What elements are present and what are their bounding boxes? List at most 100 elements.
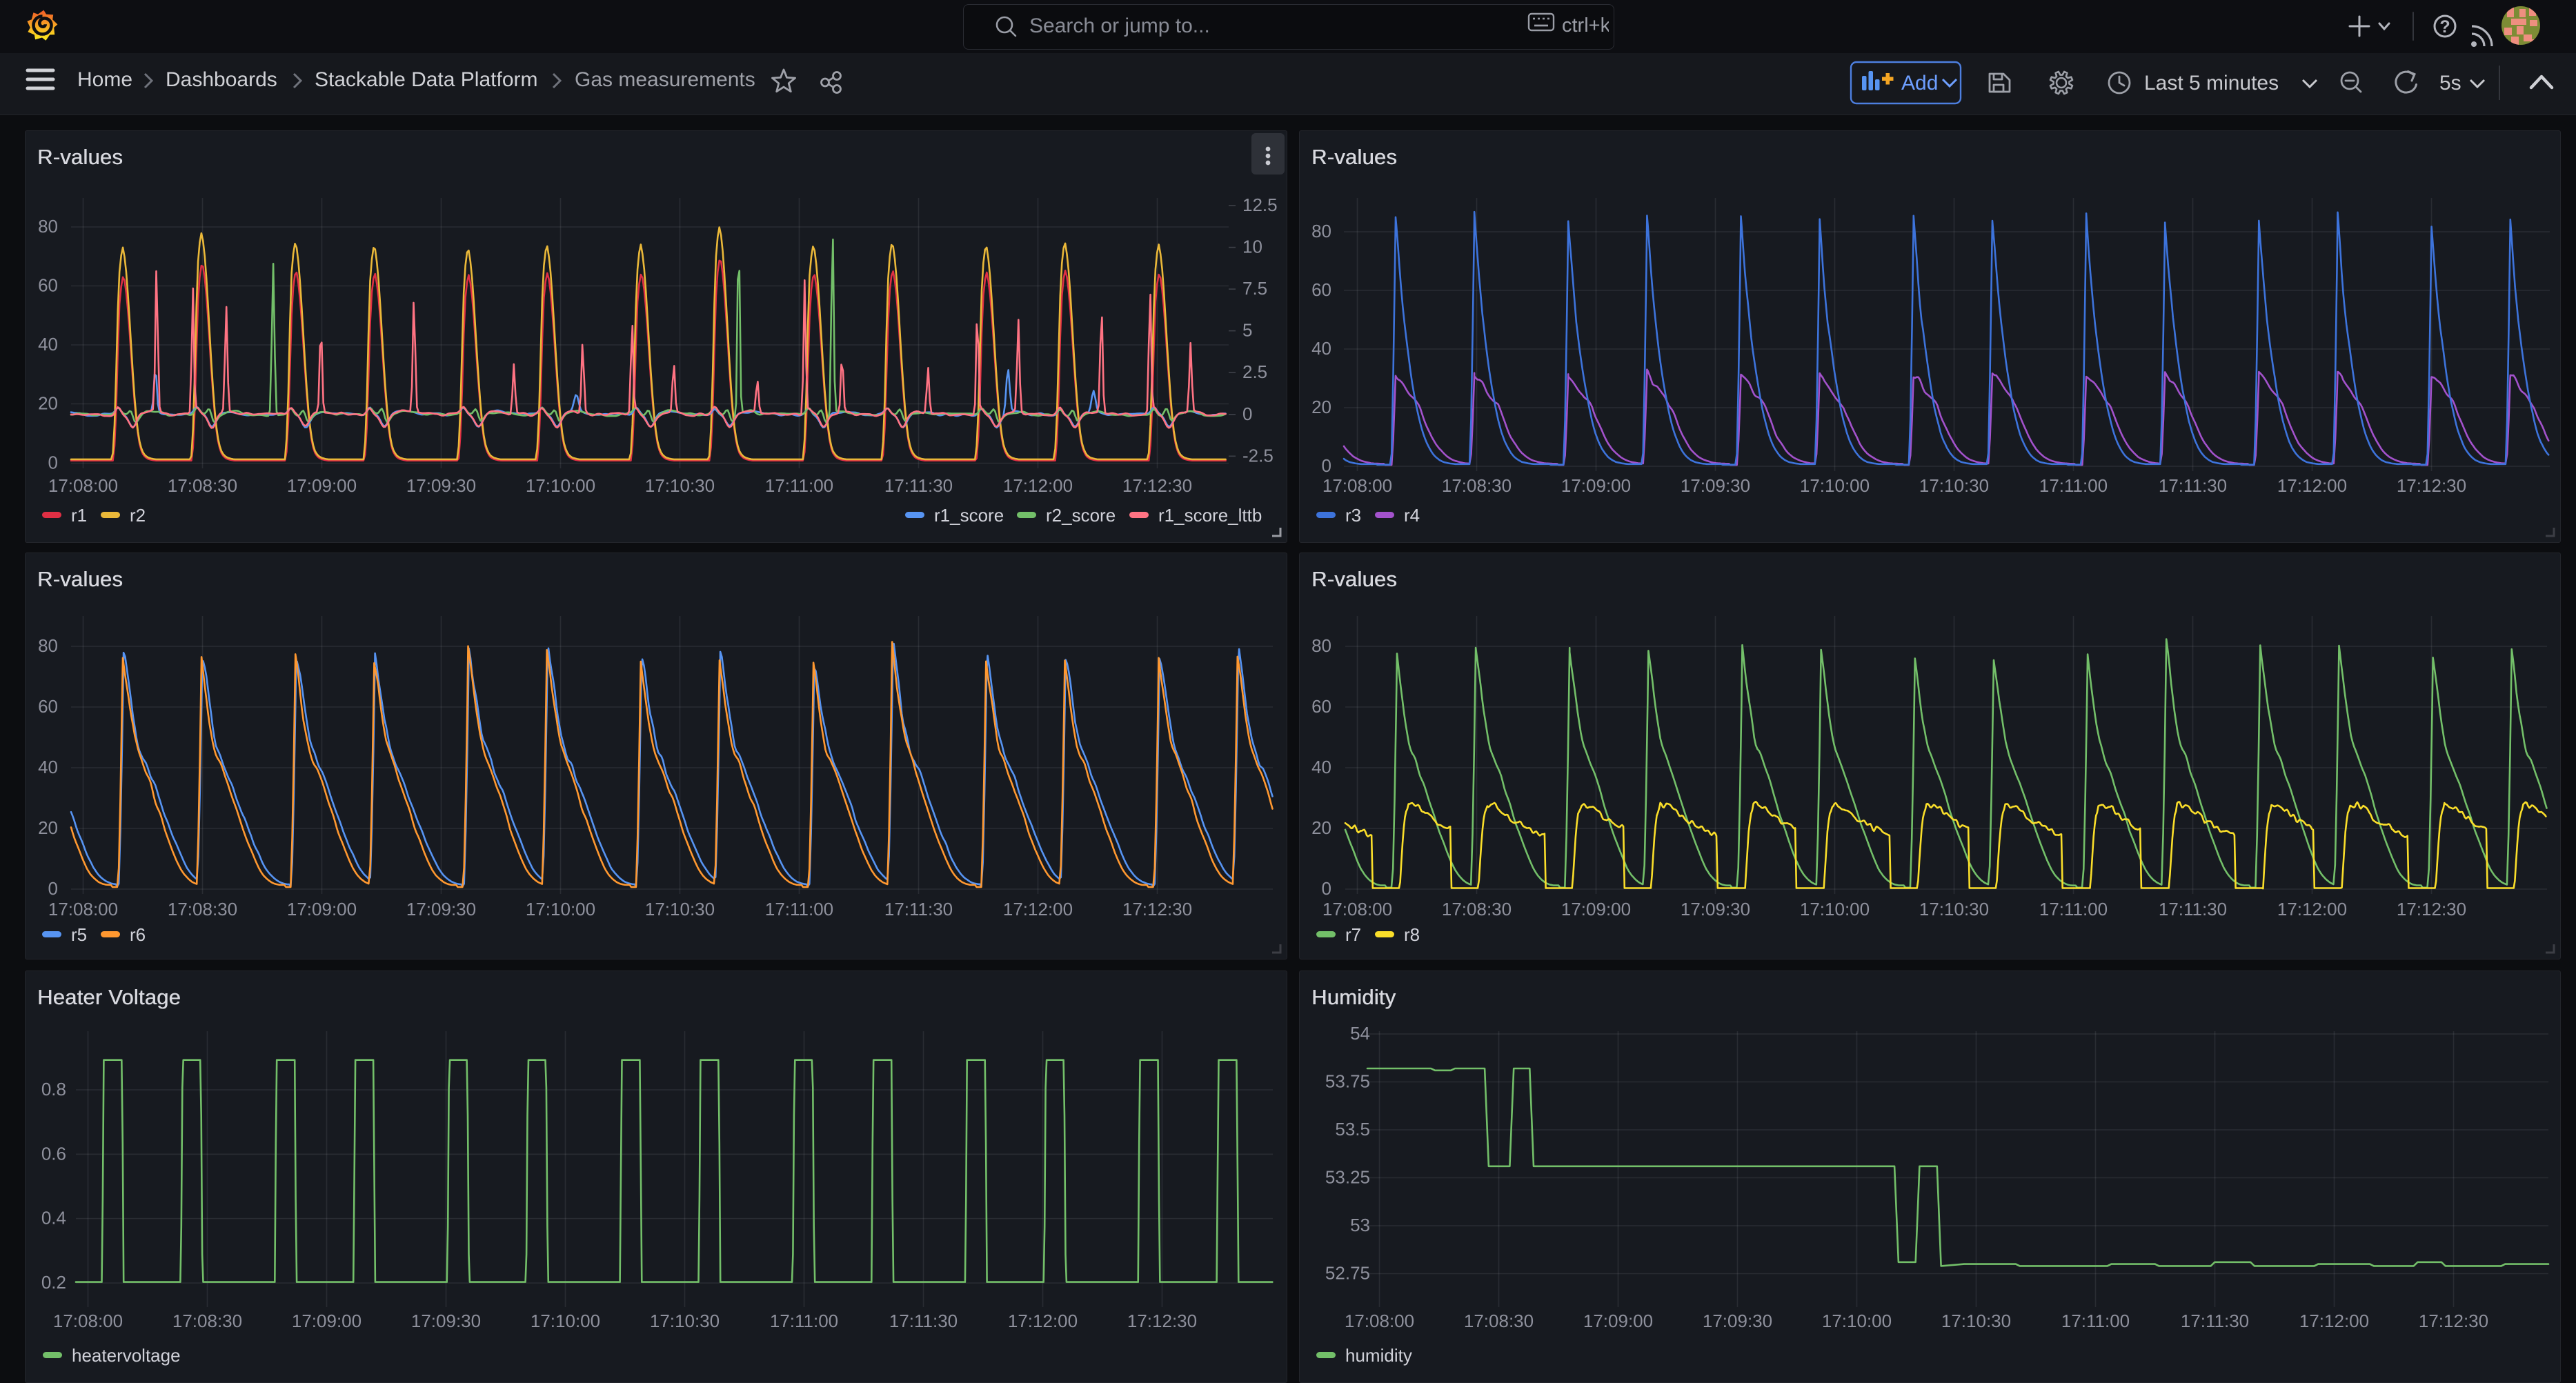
svg-text:17:11:00: 17:11:00 [765,899,833,919]
svg-text:17:09:30: 17:09:30 [1681,899,1750,919]
svg-text:17:10:30: 17:10:30 [1919,899,1989,919]
svg-text:17:09:30: 17:09:30 [1681,475,1750,496]
svg-text:17:12:00: 17:12:00 [1003,899,1073,919]
svg-text:17:11:30: 17:11:30 [2181,1311,2249,1331]
svg-text:0: 0 [48,452,58,473]
svg-text:0.6: 0.6 [41,1143,66,1164]
svg-text:0.4: 0.4 [41,1208,66,1228]
svg-text:-2.5: -2.5 [1242,445,1274,466]
svg-text:17:08:30: 17:08:30 [1442,475,1512,496]
svg-text:0.8: 0.8 [41,1079,66,1100]
svg-text:0: 0 [1322,878,1331,899]
svg-text:Dashboards: Dashboards [166,68,277,91]
svg-text:Stackable Data Platform: Stackable Data Platform [315,68,537,91]
svg-text:10: 10 [1242,237,1262,257]
svg-text:5: 5 [1242,320,1252,341]
svg-text:20: 20 [38,817,58,838]
svg-text:17:09:00: 17:09:00 [287,475,357,496]
svg-text:r3: r3 [1345,505,1361,526]
svg-text:r7: r7 [1345,924,1361,945]
svg-text:17:12:30: 17:12:30 [1127,1311,1197,1331]
svg-text:17:11:00: 17:11:00 [2039,475,2108,496]
svg-text:80: 80 [1311,635,1331,656]
svg-text:80: 80 [1311,221,1331,241]
svg-text:r5: r5 [71,924,87,945]
svg-text:17:11:30: 17:11:30 [884,475,953,496]
svg-text:40: 40 [38,334,58,355]
svg-text:Last 5 minutes: Last 5 minutes [2144,72,2279,94]
svg-text:40: 40 [1311,338,1331,359]
svg-text:17:10:30: 17:10:30 [645,899,715,919]
svg-text:17:11:00: 17:11:00 [2061,1311,2130,1331]
svg-text:17:10:00: 17:10:00 [1800,475,1870,496]
svg-text:17:09:30: 17:09:30 [1703,1311,1772,1331]
svg-text:17:09:30: 17:09:30 [406,475,476,496]
svg-text:heatervoltage: heatervoltage [72,1345,181,1366]
svg-text:17:08:00: 17:08:00 [1322,899,1392,919]
svg-text:40: 40 [1311,757,1331,777]
svg-text:54: 54 [1350,1023,1370,1044]
svg-text:?: ? [2439,17,2450,37]
svg-text:r1_score: r1_score [934,505,1004,526]
svg-text:r2_score: r2_score [1046,505,1116,526]
svg-text:17:09:00: 17:09:00 [1561,899,1631,919]
svg-text:17:12:00: 17:12:00 [2277,475,2347,496]
svg-text:40: 40 [38,757,58,777]
svg-text:17:08:30: 17:08:30 [168,899,237,919]
svg-text:17:12:00: 17:12:00 [1003,475,1073,496]
svg-text:60: 60 [1311,279,1331,300]
svg-text:80: 80 [38,216,58,237]
svg-text:17:12:00: 17:12:00 [2277,899,2347,919]
svg-text:17:08:00: 17:08:00 [1322,475,1392,496]
svg-text:7.5: 7.5 [1242,278,1267,299]
svg-text:0: 0 [1322,455,1331,476]
svg-text:Search or jump to...: Search or jump to... [1029,14,1210,37]
svg-text:0: 0 [48,878,58,899]
svg-text:17:10:30: 17:10:30 [645,475,715,496]
svg-text:20: 20 [1311,817,1331,838]
svg-text:0: 0 [1242,404,1252,424]
svg-text:17:11:30: 17:11:30 [889,1311,958,1331]
svg-text:17:09:30: 17:09:30 [411,1311,481,1331]
svg-text:60: 60 [38,275,58,296]
svg-text:17:12:00: 17:12:00 [2299,1311,2369,1331]
svg-text:20: 20 [1311,397,1331,417]
svg-text:r4: r4 [1404,505,1420,526]
svg-text:17:10:30: 17:10:30 [650,1311,720,1331]
svg-text:17:10:00: 17:10:00 [531,1311,600,1331]
svg-text:17:12:30: 17:12:30 [1122,899,1192,919]
svg-text:17:09:00: 17:09:00 [287,899,357,919]
svg-text:53.75: 53.75 [1325,1071,1370,1092]
svg-text:r2: r2 [130,505,146,526]
svg-text:60: 60 [38,696,58,717]
svg-text:53.25: 53.25 [1325,1167,1370,1188]
svg-text:17:12:30: 17:12:30 [2397,475,2466,496]
svg-text:17:09:30: 17:09:30 [406,899,476,919]
svg-text:53.5: 53.5 [1335,1119,1370,1140]
svg-text:17:10:30: 17:10:30 [1941,1311,2011,1331]
svg-text:17:11:00: 17:11:00 [770,1311,838,1331]
svg-text:17:08:00: 17:08:00 [48,475,118,496]
svg-text:17:09:00: 17:09:00 [1583,1311,1653,1331]
svg-text:17:11:30: 17:11:30 [2159,475,2227,496]
svg-text:2.5: 2.5 [1242,361,1267,382]
svg-text:20: 20 [38,393,58,414]
svg-text:humidity: humidity [1345,1345,1412,1366]
svg-text:Add: Add [1901,72,1938,94]
svg-text:60: 60 [1311,696,1331,717]
svg-text:17:10:00: 17:10:00 [526,475,595,496]
svg-text:17:08:30: 17:08:30 [1442,899,1512,919]
svg-text:17:12:30: 17:12:30 [2419,1311,2488,1331]
svg-text:17:11:30: 17:11:30 [2159,899,2227,919]
svg-text:17:10:00: 17:10:00 [1822,1311,1892,1331]
svg-text:r1_score_lttb: r1_score_lttb [1158,505,1262,526]
svg-text:17:12:30: 17:12:30 [1122,475,1192,496]
svg-text:17:12:30: 17:12:30 [2397,899,2466,919]
svg-text:ctrl+k: ctrl+k [1562,14,1609,37]
svg-text:17:11:00: 17:11:00 [2039,899,2108,919]
svg-text:17:08:30: 17:08:30 [168,475,237,496]
svg-text:17:11:00: 17:11:00 [765,475,833,496]
svg-text:17:10:30: 17:10:30 [1919,475,1989,496]
svg-text:53: 53 [1350,1215,1370,1235]
svg-text:r8: r8 [1404,924,1420,945]
